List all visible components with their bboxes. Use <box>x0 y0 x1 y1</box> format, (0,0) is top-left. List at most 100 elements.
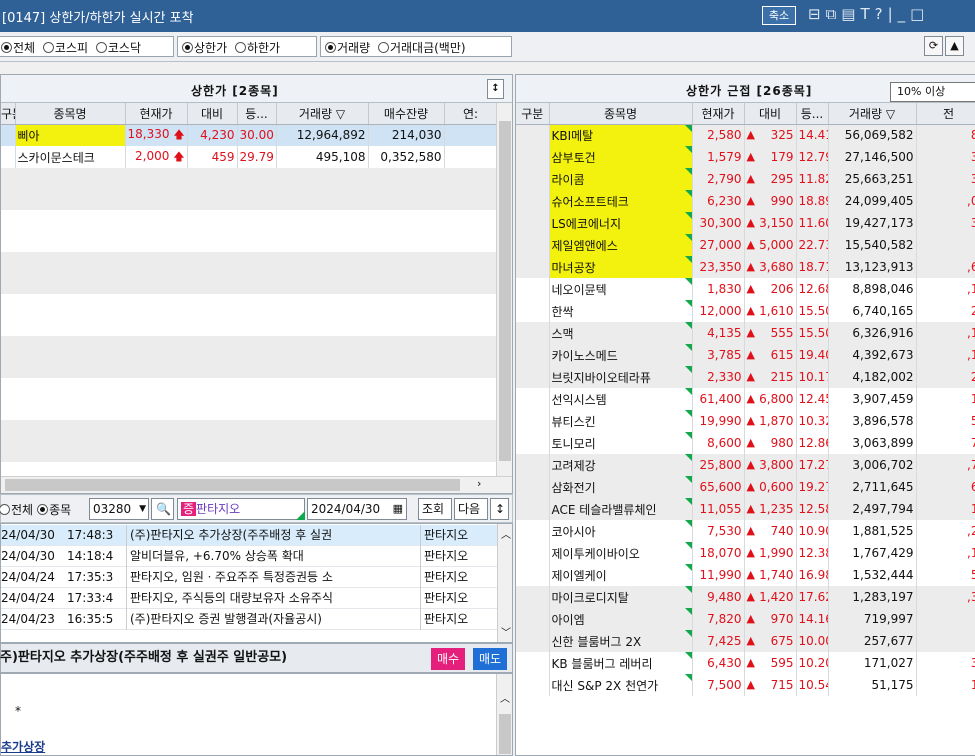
scroll-up-icon[interactable]: ︿ <box>500 690 510 705</box>
col-header[interactable]: 구분 <box>1 103 16 125</box>
table-row[interactable]: 제이엘케이11,990▲ 1,74016.981,532,4445 <box>516 564 975 586</box>
table-row[interactable]: 라이콤2,790▲ 29511.8225,663,2513 <box>516 168 975 190</box>
radio-volume-icon[interactable] <box>325 42 336 53</box>
col-header[interactable]: 매수잔량 <box>368 103 445 125</box>
scroll-thumb[interactable] <box>499 714 511 754</box>
news-headline[interactable]: (주)판타지오 추가상장(주주배정 후 실권 <box>126 525 418 546</box>
table-row[interactable]: KB 블룸버그 레버리6,430▲ 59510.20171,0273 <box>516 652 975 674</box>
table-row[interactable]: 한싹12,000▲ 1,61015.506,740,1652 <box>516 300 975 322</box>
refresh-icon[interactable]: ⟳ <box>924 36 943 56</box>
news-headline[interactable]: 판타지오, 주식등의 대량보유자 소유주식 <box>126 588 418 609</box>
table-row[interactable]: 고려제강25,800▲ 3,80017.273,006,702,7 <box>516 454 975 476</box>
news-scope-stock-label[interactable]: 종목 <box>49 503 71 517</box>
table-row[interactable]: 코아시아7,530▲ 74010.901,881,525,2 <box>516 520 975 542</box>
stock-search-icon[interactable]: 🔍 <box>151 498 174 520</box>
stock-name-cell[interactable]: 신한 블룸버그 2X <box>549 630 693 652</box>
radio-all-icon[interactable] <box>1 42 12 53</box>
table-row[interactable]: 삐아 18,330 🡅 4,230 30.00 12,964,892 214,0… <box>1 124 498 146</box>
col-header[interactable]: 구분 <box>516 103 550 125</box>
scroll-thumb[interactable] <box>499 121 511 461</box>
col-header[interactable]: 종목명 <box>15 103 126 125</box>
col-header[interactable]: 대비 <box>744 103 797 125</box>
col-header[interactable]: 연: <box>444 103 498 125</box>
table-row[interactable]: 마녀공장23,350▲ 3,68018.7113,123,913,6 <box>516 256 975 278</box>
news-row[interactable]: 24/04/30 14:18:4 알비더블유, +6.70% 상승폭 확대 판타지오 <box>1 546 497 567</box>
stock-name-cell[interactable]: 슈어소프트테크 <box>549 190 693 212</box>
radio-volume-label[interactable]: 거래량 <box>337 41 370 55</box>
stock-name-cell[interactable]: 마녀공장 <box>549 256 693 278</box>
table-row[interactable]: 네오이뮨텍1,830▲ 20612.688,898,046,1 <box>516 278 975 300</box>
news-headline[interactable]: 알비더블유, +6.70% 상승폭 확대 <box>126 546 418 567</box>
scroll-right-icon[interactable]: › <box>477 477 481 490</box>
scroll-up-icon[interactable]: ︿ <box>501 526 511 541</box>
table-row[interactable]: 뷰티스킨19,990▲ 1,87010.323,896,5785 <box>516 410 975 432</box>
collapse-up-icon[interactable]: ▲ <box>945 36 964 56</box>
news-list-scrollbar[interactable]: ︿ ﹀ <box>497 524 512 642</box>
table-row[interactable]: 대신 S&P 2X 천연가7,500▲ 71510.5451,1751 <box>516 674 975 696</box>
table-row[interactable]: 선익시스템61,400▲ 6,80012.453,907,4591 <box>516 388 975 410</box>
radio-lower-icon[interactable] <box>234 42 246 53</box>
news-sort-icon[interactable]: ↕ <box>490 498 509 520</box>
stock-name-cell[interactable]: 제이투케이바이오 <box>549 542 693 564</box>
news-scope-all-label[interactable]: 전체 <box>11 503 33 517</box>
table-row[interactable]: 신한 블룸버그 2X7,425▲ 67510.00257,677 <box>516 630 975 652</box>
stock-name-cell[interactable]: 네오이뮨텍 <box>549 278 693 300</box>
next-button[interactable]: 다음 <box>454 498 488 520</box>
stock-name-cell[interactable]: KB 블룸버그 레버리 <box>549 652 693 674</box>
table-row[interactable]: 카이노스메드3,785▲ 61519.404,392,673,1 <box>516 344 975 366</box>
news-body-scrollbar[interactable]: ︿ <box>496 674 512 755</box>
stock-name-cell[interactable]: 라이콤 <box>549 168 693 190</box>
col-header[interactable]: 현재가 <box>125 103 188 125</box>
radio-kospi-label[interactable]: 코스피 <box>55 41 88 55</box>
date-input[interactable]: 2024/04/30 ▦ <box>307 498 407 520</box>
stock-name-cell[interactable]: 브릿지바이오테라퓨 <box>549 366 693 388</box>
table-row[interactable]: ACE 테슬라밸류체인11,055▲ 1,23512.582,497,7941 <box>516 498 975 520</box>
stock-code-input[interactable]: 03280 ▼ <box>89 498 149 520</box>
stock-name-cell[interactable]: 대신 S&P 2X 천연가 <box>549 674 693 696</box>
col-header[interactable]: 거래량 ▽ <box>276 103 369 125</box>
radio-lower-label[interactable]: 하한가 <box>247 41 280 55</box>
stock-name-cell[interactable]: 선익시스템 <box>549 388 693 410</box>
table-row[interactable]: 삼부토건1,579▲ 17912.7927,146,5003 <box>516 146 975 168</box>
stock-name-cell[interactable]: 토니모리 <box>549 432 693 454</box>
radio-amount-icon[interactable] <box>377 42 389 53</box>
stock-name-cell[interactable]: 삼화전기 <box>549 476 693 498</box>
stock-name-cell[interactable]: 스카이문스테크 <box>15 146 126 168</box>
table-row[interactable]: 브릿지바이오테라퓨2,330▲ 21510.174,182,0022 <box>516 366 975 388</box>
table-row[interactable]: 토니모리8,600▲ 98012.863,063,8997 <box>516 432 975 454</box>
stock-name-cell[interactable]: 제일엠앤에스 <box>549 234 693 256</box>
stock-name-cell[interactable]: KBI메탈 <box>549 124 693 146</box>
col-header[interactable]: 대비 <box>187 103 238 125</box>
table-row[interactable]: 스맥4,135▲ 55515.506,326,916,1 <box>516 322 975 344</box>
table-row[interactable]: 삼화전기65,600▲ 0,60019.272,711,6456 <box>516 476 975 498</box>
news-headline[interactable]: (주)판타지오 증권 발행결과(자율공시) <box>126 609 418 630</box>
table-row[interactable]: 슈어소프트테크6,230▲ 99018.8924,099,405,0 <box>516 190 975 212</box>
table-row[interactable]: LS에코에너지30,300▲ 3,15011.6019,427,1733 <box>516 212 975 234</box>
table-row[interactable]: 마이크로디지탈9,480▲ 1,42017.621,283,197,3 <box>516 586 975 608</box>
news-row[interactable]: 24/04/30 17:48:3 (주)판타지오 추가상장(주주배정 후 실권 판타지… <box>1 525 497 546</box>
news-headline[interactable]: 판타지오, 임원ㆍ주요주주 특정증권등 소 <box>126 567 418 588</box>
radio-upper-icon[interactable] <box>182 42 193 53</box>
table-row[interactable]: 제이투케이바이오18,070▲ 1,99012.381,767,429,1 <box>516 542 975 564</box>
radio-kospi-icon[interactable] <box>42 42 54 53</box>
news-row[interactable]: 24/04/24 17:35:3 판타지오, 임원ㆍ주요주주 특정증권등 소 판타지오 <box>1 567 497 588</box>
table-row[interactable]: 제일엠앤에스27,000▲ 5,00022.7315,540,582 <box>516 234 975 256</box>
search-button[interactable]: 조회 <box>418 498 452 520</box>
table-row[interactable]: 스카이문스테크 2,000 🡅 459 29.79 495,108 0,352,… <box>1 146 498 168</box>
col-header[interactable]: 현재가 <box>692 103 745 125</box>
radio-amount-label[interactable]: 거래대금(백만) <box>390 41 466 55</box>
stock-name-field[interactable]: 증 판타지오 <box>177 498 305 520</box>
stock-name-cell[interactable]: 삼부토건 <box>549 146 693 168</box>
buy-button[interactable]: 매수 <box>431 648 465 670</box>
stock-name-cell[interactable]: 아이엠 <box>549 608 693 630</box>
stock-name-cell[interactable]: 고려제강 <box>549 454 693 476</box>
stock-name-cell[interactable]: 코아시아 <box>549 520 693 542</box>
stock-name-cell[interactable]: 제이엘케이 <box>549 564 693 586</box>
news-scope-stock-icon[interactable] <box>37 504 49 515</box>
col-header[interactable]: 종목명 <box>549 103 693 125</box>
window-controls-icon[interactable]: ⊟⧉▤T?|_□ <box>808 5 929 23</box>
stock-name-cell[interactable]: ACE 테슬라밸류체인 <box>549 498 693 520</box>
col-header[interactable]: 거래량 ▽ <box>828 103 917 125</box>
news-row[interactable]: 24/04/23 16:35:5 (주)판타지오 증권 발행결과(자율공시) 판타지오 <box>1 609 497 630</box>
chevron-down-icon[interactable]: ▼ <box>139 499 146 519</box>
